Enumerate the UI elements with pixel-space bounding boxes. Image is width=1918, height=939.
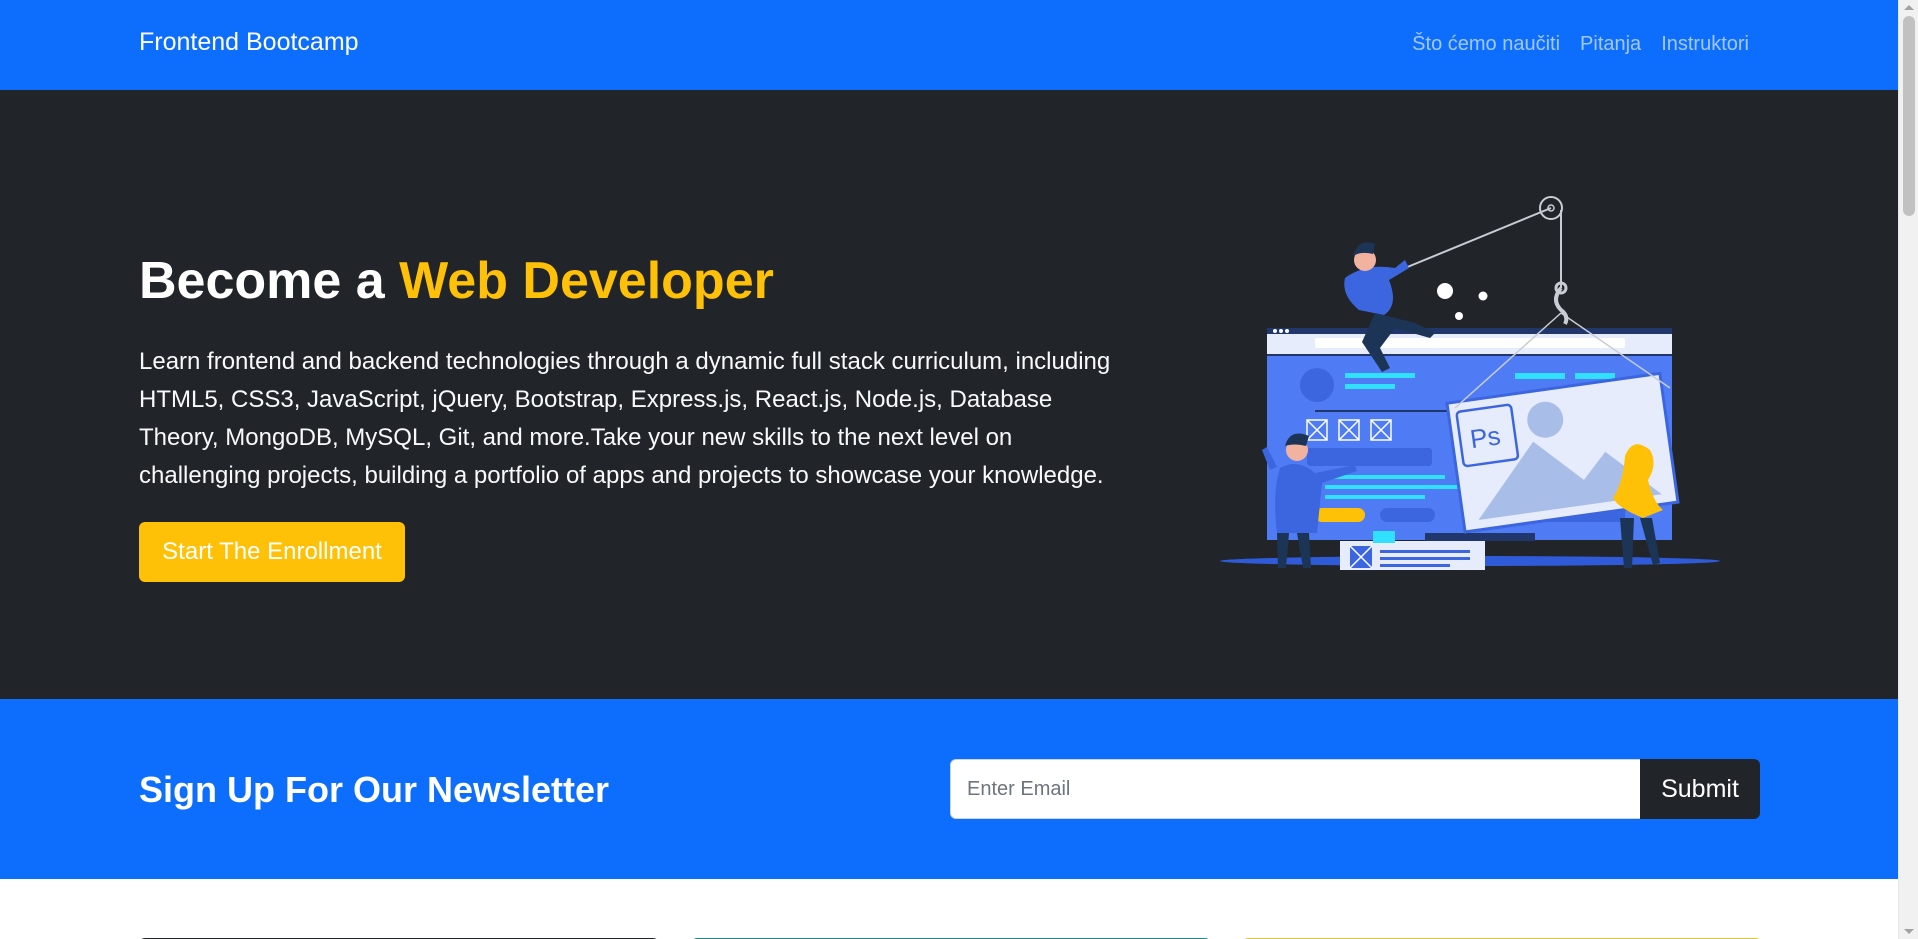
nav-links: Što ćemo naučiti Pitanja Instruktori: [1412, 33, 1749, 56]
nav-link-instruktori[interactable]: Instruktori: [1661, 33, 1749, 56]
newsletter-section: Sign Up For Our Newsletter Submit: [0, 699, 1898, 879]
hero-section: Become a Web Developer Learn frontend an…: [0, 90, 1898, 699]
arrow-down-icon[interactable]: [1904, 929, 1914, 934]
hero-title-highlight: Web Developer: [399, 252, 774, 310]
vertical-scrollbar[interactable]: [1898, 0, 1918, 939]
nav-link-pitanja[interactable]: Pitanja: [1580, 33, 1641, 56]
cards-section: [0, 879, 1898, 939]
developer-illustration: Ps: [1220, 196, 1720, 570]
newsletter-title: Sign Up For Our Newsletter: [139, 769, 610, 810]
navbar: Frontend Bootcamp Što ćemo naučiti Pitan…: [0, 0, 1898, 90]
hero-description: Learn frontend and backend technologies …: [139, 348, 1111, 489]
start-enrollment-button[interactable]: Start The Enrollment: [139, 522, 405, 582]
email-input[interactable]: [950, 759, 1640, 819]
nav-link-sto-cemo-nauciti[interactable]: Što ćemo naučiti: [1412, 33, 1560, 56]
submit-button[interactable]: Submit: [1640, 759, 1760, 819]
ps-label: Ps: [1468, 420, 1502, 454]
hero-title: Become a Web Developer: [139, 252, 774, 310]
hero-title-prefix: Become a: [139, 252, 400, 310]
scrollbar-thumb[interactable]: [1903, 16, 1915, 216]
brand-link[interactable]: Frontend Bootcamp: [139, 28, 359, 57]
page: Frontend Bootcamp Što ćemo naučiti Pitan…: [0, 0, 1898, 939]
arrow-up-icon[interactable]: [1904, 5, 1914, 10]
